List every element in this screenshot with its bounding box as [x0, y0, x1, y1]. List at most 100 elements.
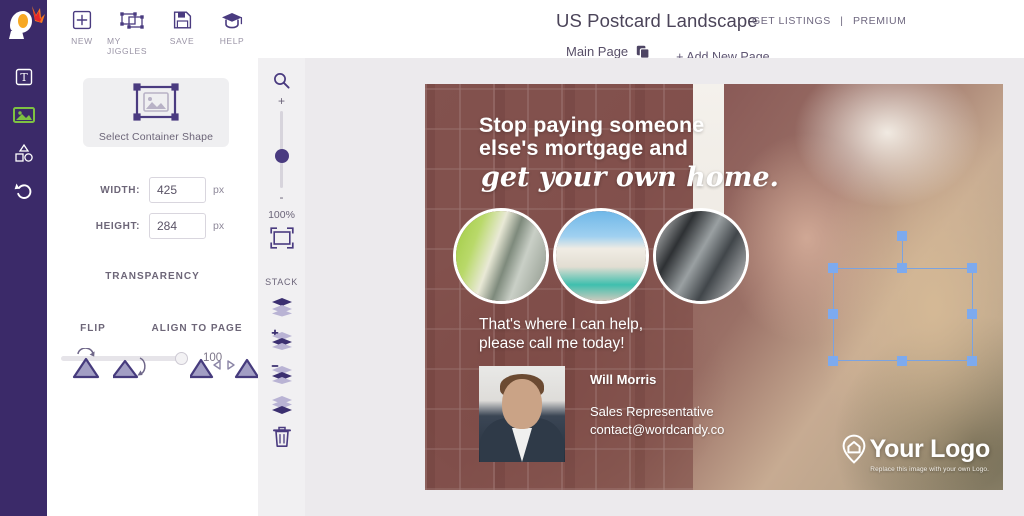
plus-square-icon	[72, 6, 92, 30]
stack-up-icon	[271, 329, 292, 350]
zoom-controls: + - 100% STACK	[258, 58, 305, 448]
agent-photo[interactable]	[479, 366, 565, 462]
header-separator: |	[840, 15, 844, 27]
agent-name[interactable]: Will Morris	[590, 372, 656, 387]
your-logo-subtext: Replace this image with your own Logo.	[870, 466, 989, 473]
bring-forward-button[interactable]	[270, 327, 294, 351]
circle-image-keys-photo	[456, 211, 546, 301]
rotate-handle[interactable]	[897, 231, 907, 241]
circle-image-row	[425, 208, 1003, 304]
delete-button[interactable]	[272, 426, 292, 448]
send-backward-button[interactable]	[270, 361, 294, 385]
text-box-icon: T	[15, 68, 32, 86]
svg-text:T: T	[20, 71, 28, 84]
jiggle-megaphone-logo[interactable]	[2, 2, 46, 46]
resize-handle-top-left[interactable]	[828, 263, 838, 273]
resize-handle-bottom-center[interactable]	[897, 356, 907, 366]
get-listings-link[interactable]: GET LISTINGS	[752, 15, 831, 27]
resize-handle-bottom-left[interactable]	[828, 356, 838, 366]
resize-handle-middle-right[interactable]	[967, 309, 977, 319]
save-button-label: SAVE	[169, 36, 195, 46]
circle-image-kitchen[interactable]	[653, 208, 749, 304]
width-input[interactable]	[149, 177, 206, 203]
tagline-line-2[interactable]: please call me today!	[479, 335, 625, 353]
fit-to-screen-button[interactable]	[269, 227, 294, 249]
stack-label: STACK	[265, 277, 298, 287]
home-pin-icon	[841, 434, 867, 464]
headline-script[interactable]: get your own home.	[481, 162, 779, 193]
zoom-in-button[interactable]: +	[278, 95, 285, 107]
undo-tool[interactable]	[0, 172, 47, 210]
transparency-label: TRANSPARENCY	[105, 271, 200, 282]
bring-to-front-button[interactable]	[270, 297, 294, 317]
flip-horizontal-icon	[113, 357, 146, 379]
stack-top-icon	[271, 298, 292, 317]
canvas-vertical-toolbar: + - 100% STACK	[258, 58, 305, 516]
toolbar-items: NEW MY JIGGLES SAVE HELP	[47, 0, 258, 56]
circle-image-house[interactable]	[553, 208, 649, 304]
image-tool[interactable]	[0, 96, 47, 134]
properties-panel: Select Container Shape WIDTH: px HEIGHT:…	[47, 58, 304, 516]
zoom-level-label: 100%	[268, 209, 295, 221]
width-field-row: WIDTH: px	[47, 177, 258, 203]
stack-down-icon	[271, 365, 292, 384]
align-left-button[interactable]	[190, 348, 222, 380]
flip-horizontal-button[interactable]	[113, 348, 149, 380]
jiggles-frame-icon	[120, 6, 144, 30]
premium-link[interactable]: PREMIUM	[853, 15, 906, 27]
headline-line-1[interactable]: Stop paying someone	[479, 113, 704, 138]
width-unit: px	[213, 184, 225, 196]
tagline-line-1[interactable]: That's where I can help,	[479, 316, 643, 334]
my-jiggles-button[interactable]: MY JIGGLES	[107, 6, 157, 56]
zoom-slider-track[interactable]	[274, 111, 289, 188]
height-input[interactable]	[149, 213, 206, 239]
shapes-tool[interactable]	[0, 134, 47, 172]
resize-handle-top-right[interactable]	[967, 263, 977, 273]
help-button[interactable]: HELP	[207, 6, 257, 56]
rail-tools: T	[0, 58, 47, 210]
duplicate-pages-icon[interactable]	[636, 45, 650, 59]
new-button[interactable]: NEW	[57, 6, 107, 56]
headline-line-2[interactable]: else's mortgage and	[479, 136, 688, 161]
my-jiggles-label: MY JIGGLES	[107, 36, 148, 56]
circle-image-house-photo	[556, 211, 646, 301]
height-label: HEIGHT:	[95, 220, 140, 232]
stack-bottom-icon	[271, 396, 292, 414]
resize-handle-middle-left[interactable]	[828, 309, 838, 319]
send-to-back-button[interactable]	[270, 395, 294, 415]
flip-buttons	[69, 348, 149, 380]
agent-email[interactable]: contact@wordcandy.co	[590, 422, 724, 437]
agent-head	[502, 379, 542, 429]
magnifier-icon	[274, 73, 290, 89]
postcard-design[interactable]: Stop paying someone else's mortgage and …	[425, 84, 1003, 490]
resize-handle-top-center[interactable]	[897, 263, 907, 273]
fit-to-screen-icon	[269, 227, 294, 249]
top-toolbar: NEW MY JIGGLES SAVE HELP	[47, 0, 258, 58]
align-to-page-label: ALIGN TO PAGE	[151, 323, 243, 334]
flip-label: FLIP	[80, 323, 106, 334]
left-rail: T	[0, 0, 47, 516]
tab-main-page-label: Main Page	[566, 44, 629, 59]
your-logo-block[interactable]: Your Logo	[841, 434, 990, 464]
help-button-label: HELP	[219, 36, 245, 46]
agent-role[interactable]: Sales Representative	[590, 404, 714, 419]
flip-vertical-icon	[72, 348, 100, 379]
app-root: T NEW MY JIGGLES SAVE HELP Select Contai…	[0, 0, 1024, 516]
select-container-shape-label: Select Container Shape	[98, 130, 214, 143]
resize-handle-bottom-right[interactable]	[967, 356, 977, 366]
header-links: GET LISTINGS | PREMIUM	[752, 15, 906, 27]
canvas-area[interactable]: Stop paying someone else's mortgage and …	[305, 58, 1024, 516]
circle-image-keys[interactable]	[453, 208, 549, 304]
image-icon	[12, 107, 35, 123]
zoom-slider-knob[interactable]	[274, 149, 289, 163]
save-button[interactable]: SAVE	[157, 6, 207, 56]
flip-vertical-button[interactable]	[69, 348, 103, 380]
text-tool[interactable]: T	[0, 58, 47, 96]
search-button[interactable]	[273, 72, 290, 89]
new-button-label: NEW	[71, 36, 93, 46]
select-container-shape-button[interactable]: Select Container Shape	[83, 78, 229, 147]
shapes-icon	[14, 143, 33, 162]
transparency-knob[interactable]	[175, 351, 188, 365]
align-left-icon	[190, 358, 221, 379]
zoom-out-button[interactable]: -	[280, 191, 284, 203]
